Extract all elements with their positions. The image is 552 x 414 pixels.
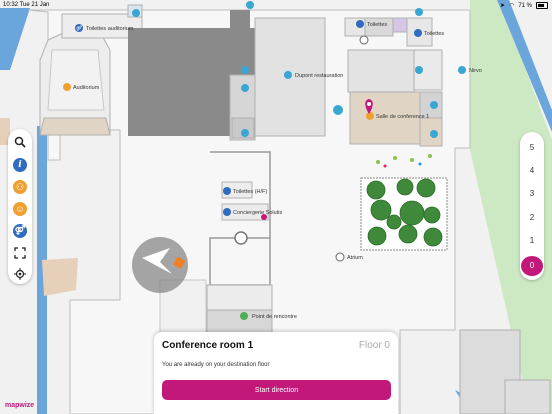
service-core-2: [230, 10, 250, 30]
floor-button-0[interactable]: 0: [521, 256, 543, 276]
start-direction-button[interactable]: Start direction: [162, 380, 391, 400]
destination-card: Conference room 1 Floor 0 You are alread…: [154, 332, 398, 414]
room-lower1: [206, 284, 273, 311]
wifi-icon: ◠: [509, 3, 515, 9]
status-date: Tue 21 Jan: [19, 2, 50, 8]
label-nirvo: Nirvo: [469, 68, 482, 74]
auditorium-stage: [39, 117, 111, 136]
fullscreen-icon[interactable]: [12, 245, 28, 261]
corridor-node: [234, 231, 248, 245]
svg-text:⚤: ⚤: [76, 25, 82, 32]
auditorium-tier: [47, 49, 105, 111]
status-time: 10:32: [3, 2, 19, 8]
label-toilettes-right: Toilettes: [424, 31, 444, 37]
room-tr4: [347, 49, 415, 93]
map-toolbar: i ⚇ ☺ ⚤: [8, 129, 32, 284]
floor-button-5[interactable]: 5: [521, 138, 543, 158]
location-arrow-icon: ➤: [500, 3, 506, 9]
room-bottom-mid: [504, 379, 551, 414]
battery-icon: [536, 2, 548, 9]
label-toilettes-hf: Toilettes (H/F): [233, 189, 267, 195]
floor-button-3[interactable]: 3: [521, 184, 543, 204]
label-salle-conference: Salle de conference 1: [376, 114, 429, 120]
floor-button-2[interactable]: 2: [521, 208, 543, 228]
search-icon[interactable]: [12, 134, 28, 150]
info-icon[interactable]: i: [12, 157, 28, 173]
label-point-rencontre: Point de rencontre: [252, 314, 297, 320]
toilets-icon[interactable]: ⚤: [12, 223, 28, 239]
trees: [366, 178, 443, 247]
label-toilettes-auditorium: Toilettes auditorium: [86, 26, 134, 32]
label-atrium: Atrium: [347, 255, 363, 261]
status-bar: 10:32 Tue 21 Jan ➤ ◠ 71 %: [0, 0, 552, 12]
destination-floor: Floor 0: [358, 340, 390, 351]
destination-message: You are already on your destination floo…: [162, 362, 270, 368]
floor-button-4[interactable]: 4: [521, 161, 543, 181]
floor-selector: 5 4 3 2 1 0: [520, 132, 544, 280]
locate-icon[interactable]: [12, 266, 28, 282]
label-conciergerie: Conciergerie Solutis: [233, 210, 282, 216]
beige-patch: [42, 258, 78, 296]
restaurant-icon[interactable]: ⚇: [12, 179, 28, 195]
label-toilettes-top: Toilettes: [367, 22, 387, 28]
label-dupont-restauration: Dupont restauration: [295, 73, 343, 79]
room-purple: [392, 17, 408, 33]
battery-percent: 71 %: [518, 2, 532, 9]
floor-button-1[interactable]: 1: [521, 231, 543, 251]
label-auditorium: Auditorium: [73, 85, 100, 91]
mapwize-logo: mapwize: [5, 402, 35, 409]
people-icon[interactable]: ☺: [12, 201, 28, 217]
destination-title: Conference room 1: [162, 340, 254, 351]
